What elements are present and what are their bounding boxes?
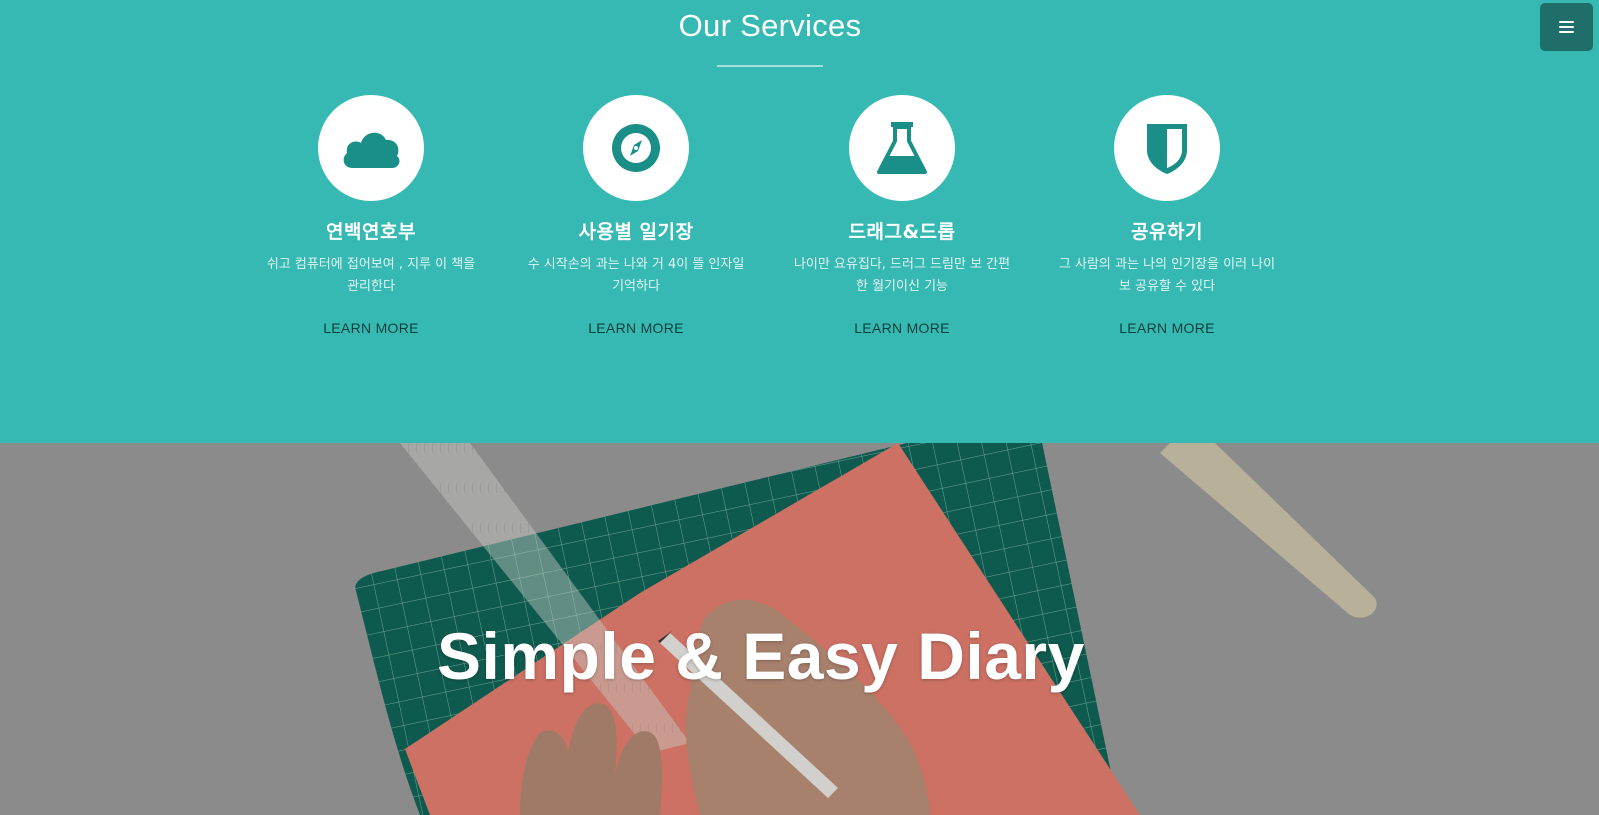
service-name: 공유하기 (1131, 221, 1203, 243)
service-description: 수 시작손의 과는 나와 거 4이 뜰 인자일 기억하다 (527, 257, 745, 294)
hero-section: Simple & Easy Diary (0, 443, 1599, 815)
service-name: 드래그&드롭 (848, 221, 956, 243)
section-title: Our Services (678, 8, 862, 43)
service-card-3: 드래그&드롭 나이만 요유집다, 드러그 드림만 보 간편한 월기이신 기능 L… (787, 95, 1017, 338)
flask-icon (849, 95, 955, 201)
service-name: 사용별 일기장 (578, 221, 694, 243)
shield-icon (1114, 95, 1220, 201)
cloud-icon (318, 95, 424, 201)
learn-more-link[interactable]: LEARN MORE (323, 320, 419, 336)
learn-more-link[interactable]: LEARN MORE (588, 320, 684, 336)
service-name: 연백연호부 (326, 221, 416, 243)
service-card-4: 공유하기 그 사람의 과는 나의 인기장을 이러 나이보 공유할 수 있다 LE… (1052, 95, 1282, 338)
service-card-2: 사용별 일기장 수 시작손의 과는 나와 거 4이 뜰 인자일 기억하다 LEA… (521, 95, 751, 338)
services-section: Our Services 연백연호부 쉬고 컴퓨터에 접어보여 , 지루 이 책… (0, 0, 1599, 443)
hamburger-menu-button[interactable] (1540, 3, 1593, 51)
service-description: 그 사람의 과는 나의 인기장을 이러 나이보 공유할 수 있다 (1058, 257, 1276, 294)
learn-more-link[interactable]: LEARN MORE (1119, 320, 1215, 336)
learn-more-link[interactable]: LEARN MORE (854, 320, 950, 336)
title-underline (717, 65, 823, 67)
hamburger-menu-icon (1559, 21, 1574, 33)
service-description: 쉬고 컴퓨터에 접어보여 , 지루 이 책을 관리한다 (266, 257, 476, 294)
compass-icon (583, 95, 689, 201)
service-description: 나이만 요유집다, 드러그 드림만 보 간편한 월기이신 기능 (793, 257, 1011, 294)
hero-title: Simple & Easy Diary (437, 619, 1085, 693)
service-card-1: 연백연호부 쉬고 컴퓨터에 접어보여 , 지루 이 책을 관리한다 LEARN … (256, 95, 486, 338)
